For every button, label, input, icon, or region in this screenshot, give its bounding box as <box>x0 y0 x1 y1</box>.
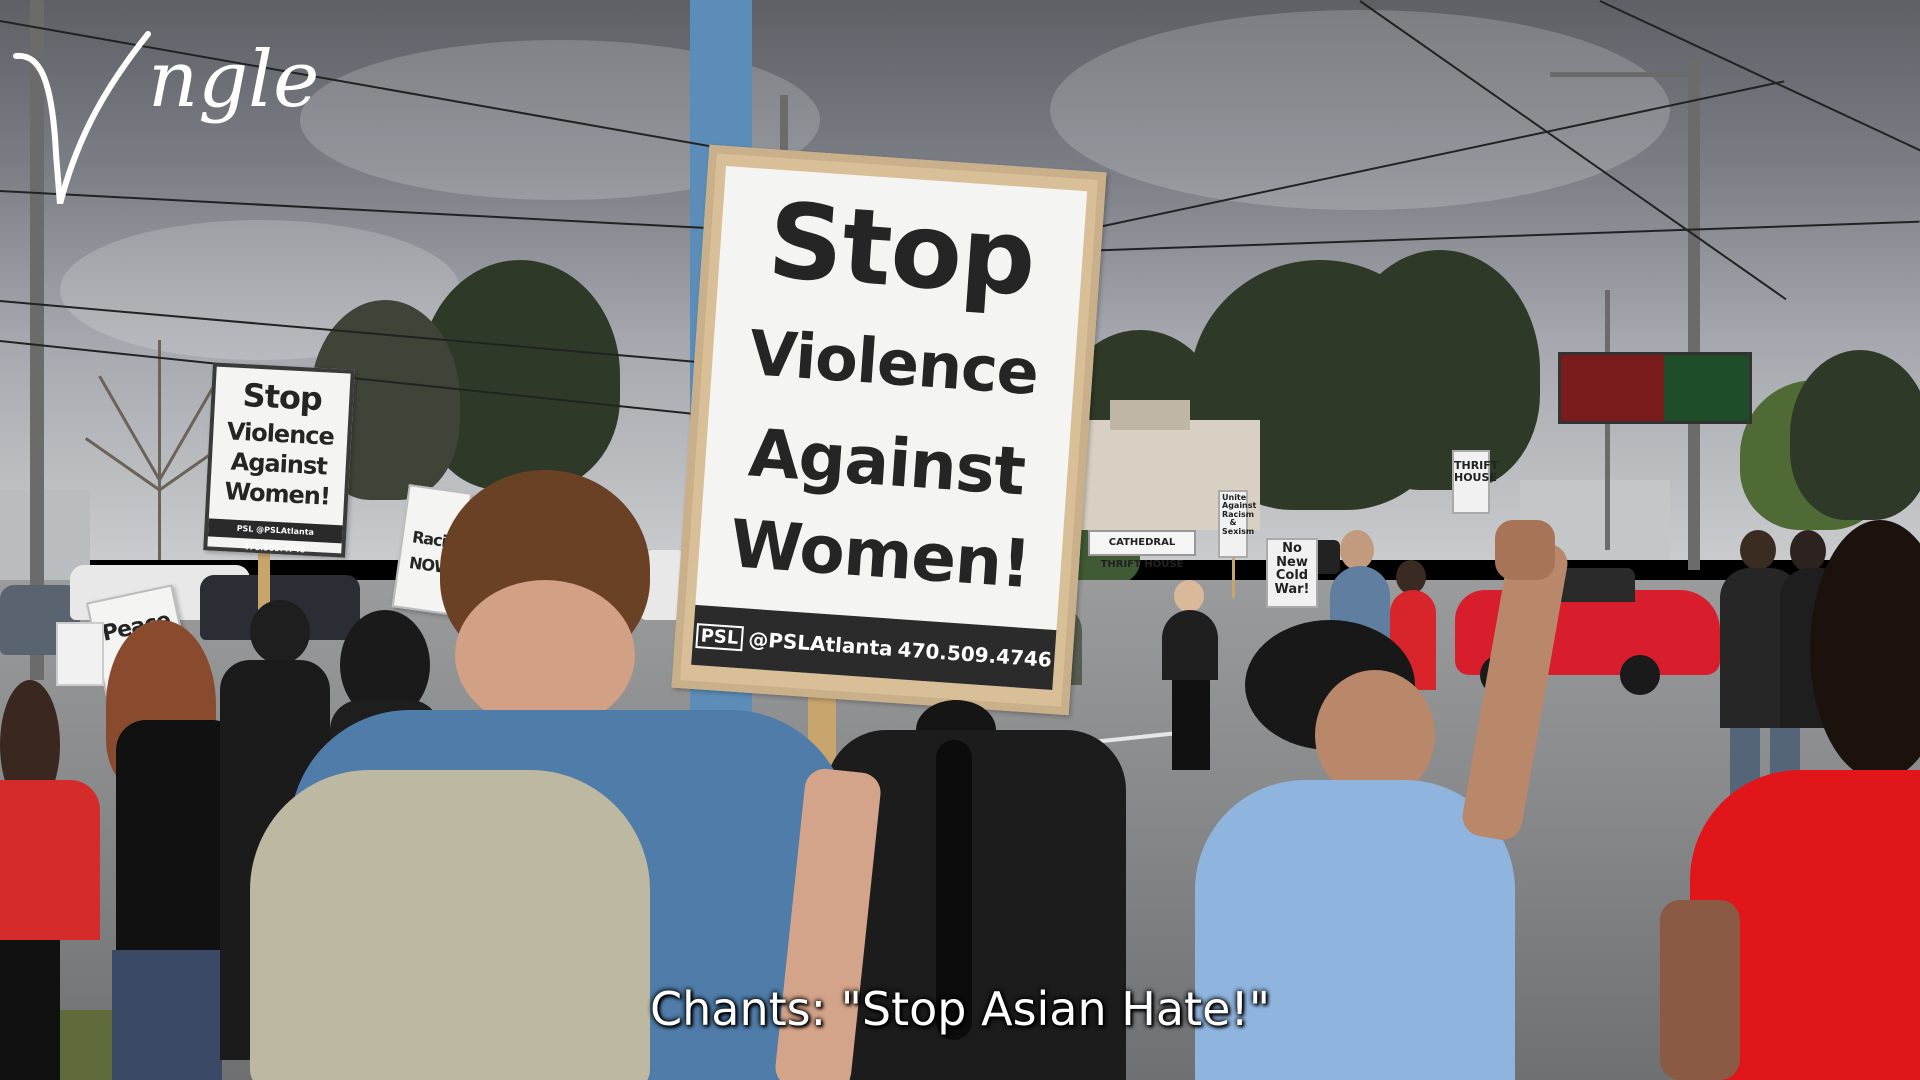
thrift-store-roof <box>1110 400 1190 430</box>
protest-sign-main: Stop Violence Against Women! PSL @PSLAtl… <box>671 144 1107 716</box>
unite-against-racism-sign: Unite Against Racism & Sexism <box>1218 490 1256 558</box>
left-sign-line2: Violence <box>226 417 335 451</box>
protest-sign-left: Stop Violence Against Women! PSL @PSLAtl… <box>203 362 355 558</box>
cold-war-line1: No <box>1282 541 1302 556</box>
car-wheel <box>1620 655 1660 695</box>
vngle-logo-text: ngle <box>148 35 319 125</box>
tree <box>1340 250 1540 490</box>
left-sign-line3: Against <box>230 447 328 481</box>
cloud <box>1050 10 1670 210</box>
bare-tree <box>84 300 235 560</box>
cold-war-line4: War! <box>1274 581 1310 597</box>
no-new-cold-war-sign: No New Cold War! <box>1266 538 1318 608</box>
left-sign-line1: Stop <box>241 376 323 419</box>
psl-logo: PSL <box>694 622 745 651</box>
house-label: HOUSE <box>1454 470 1497 484</box>
video-frame: CATHEDRAL THRIFT HOUSE THRIFT HOUSE Unit… <box>0 0 1920 1080</box>
left-sign-footer: PSL @PSLAtlanta 470.509.4746 <box>207 518 343 554</box>
cold-war-line3: Cold <box>1275 568 1309 584</box>
vngle-logo: ngle <box>13 31 319 204</box>
sign-stick <box>1232 558 1235 598</box>
tree <box>1790 350 1920 520</box>
blank-sign <box>56 622 104 686</box>
street-light-arm <box>1550 72 1690 77</box>
cathedral-thrift-house-sign: CATHEDRAL THRIFT HOUSE <box>1088 530 1196 570</box>
thrift-label: THRIFT <box>1454 459 1499 472</box>
left-sign-line4: Women! <box>223 477 331 511</box>
billboard <box>1558 352 1752 424</box>
video-caption: Chants: "Stop Asian Hate!" <box>650 982 1270 1036</box>
raised-fist <box>1495 520 1555 580</box>
main-sign-handle: @PSLAtlanta <box>747 626 894 661</box>
main-sign-phone: 470.509.4746 <box>896 637 1053 672</box>
thrift-house-roadside-sign: THRIFT HOUSE <box>1452 450 1499 514</box>
cold-war-line2: New <box>1276 554 1308 570</box>
utility-pole <box>1688 60 1700 570</box>
